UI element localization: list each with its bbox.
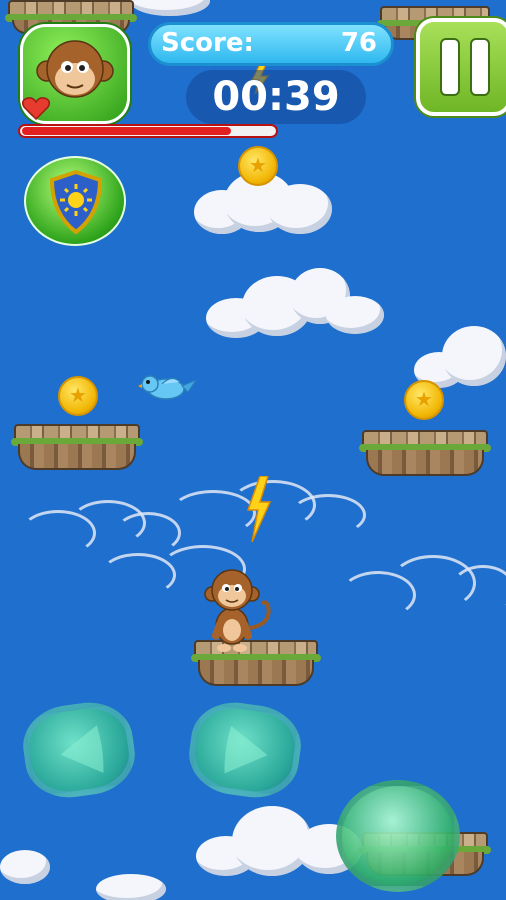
platform [359,430,491,476]
shield-sun-icon [49,170,103,234]
arrow-right-icon [224,725,268,774]
game-canvas[interactable]: ★ ★ ★ Score: 76 00:39 [0,0,506,900]
lightning-bolt-icon [246,476,272,542]
cloud [206,268,386,340]
cloud [130,0,220,20]
platform [11,424,143,470]
shield-powerup-button[interactable] [24,156,126,246]
arrow-left-icon [60,725,104,773]
score-display: Score: 76 [148,22,394,66]
pause-button[interactable] [416,18,506,116]
move-left-button[interactable] [18,696,140,804]
heart-icon [22,97,50,120]
jump-button[interactable] [336,780,460,892]
cloud [0,846,60,886]
score-label: Score: [161,28,254,58]
star-coin-icon: ★ [58,376,98,416]
health-bar-fill [22,127,231,135]
blue-bird-icon [138,375,196,400]
timer: 00:39 [186,70,366,124]
wispy-cloud [340,555,506,625]
move-right-button[interactable] [184,696,306,804]
score-value: 76 [340,28,377,58]
star-coin-icon: ★ [238,146,278,186]
health-bar [18,124,278,138]
cloud [96,872,176,900]
monkey-player [204,569,271,652]
star-coin-icon: ★ [404,380,444,420]
